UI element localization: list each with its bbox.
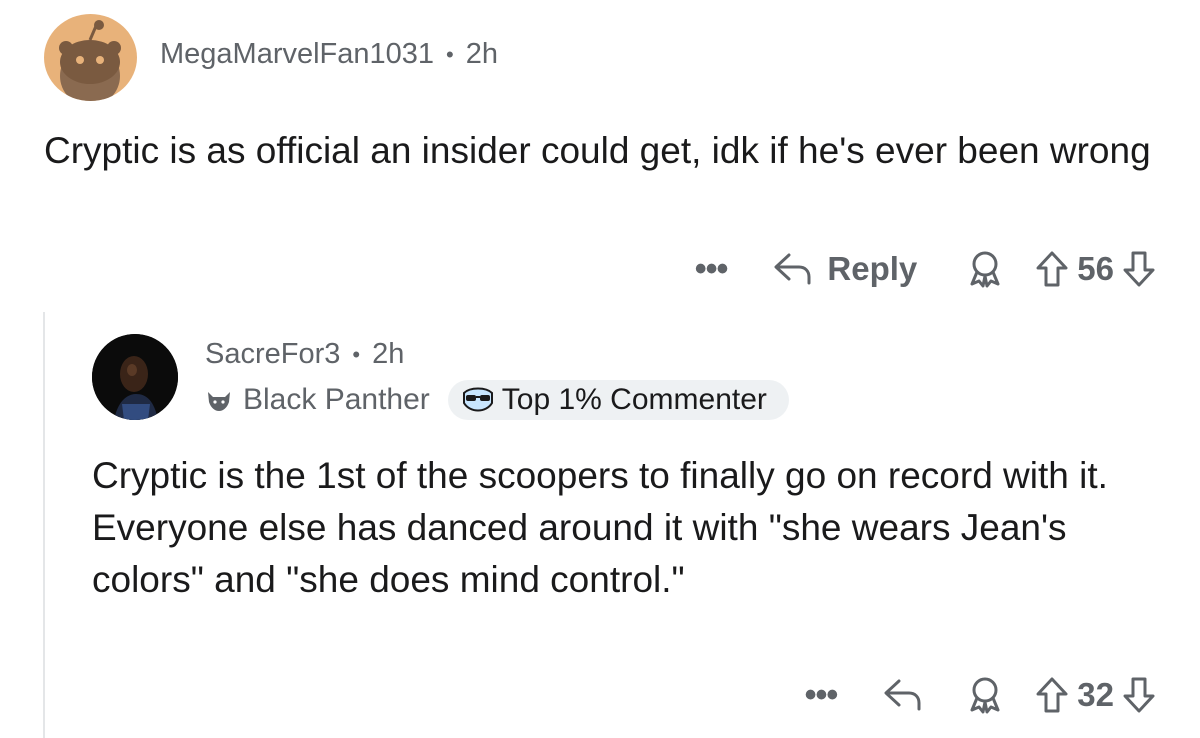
separator: • — [352, 341, 361, 367]
reply-button[interactable] — [883, 678, 923, 712]
reply-label: Reply — [827, 250, 918, 287]
timestamp: 2h — [372, 338, 405, 370]
more-options-button[interactable]: ••• — [695, 252, 729, 286]
avatar[interactable] — [44, 14, 137, 101]
user-flair: Black Panther — [205, 383, 430, 417]
reply-arrow-icon — [774, 253, 811, 285]
comment-actions: ••• 32 — [805, 675, 1156, 715]
downvote-icon[interactable] — [1122, 250, 1156, 288]
separator: • — [446, 41, 454, 67]
award-icon — [970, 251, 1000, 288]
upvote-icon[interactable] — [1035, 676, 1069, 714]
reply-button[interactable]: Reply — [773, 250, 917, 288]
award-button[interactable] — [965, 249, 1005, 289]
upvote-icon[interactable] — [1035, 250, 1069, 288]
downvote-icon[interactable] — [1122, 676, 1156, 714]
timestamp: 2h — [465, 38, 499, 70]
comment-body: Cryptic is as official an insider could … — [44, 130, 1151, 171]
flair-row: Black Panther Top 1% Commenter — [205, 380, 789, 420]
more-options-button[interactable]: ••• — [805, 678, 839, 712]
panther-flair-icon — [208, 392, 230, 411]
comment-actions: ••• Reply 56 — [695, 249, 1156, 289]
thread-line[interactable] — [43, 312, 45, 738]
top-commenter-badge[interactable]: Top 1% Commenter — [447, 380, 789, 420]
vote-controls: 56 — [1035, 250, 1156, 288]
username[interactable]: MegaMarvelFan1031 — [160, 38, 434, 71]
comment-meta: SacreFor3 • 2h — [205, 338, 404, 371]
snoo-avatar-icon — [59, 20, 121, 101]
award-button[interactable] — [965, 675, 1005, 715]
award-icon — [970, 677, 1000, 714]
user-photo-avatar — [92, 334, 178, 420]
sunglasses-badge-icon — [462, 387, 493, 412]
username[interactable]: SacreFor3 — [205, 338, 340, 371]
flair-label: Black Panther — [243, 383, 430, 416]
comment-meta: MegaMarvelFan1031 • 2h — [160, 38, 498, 71]
badge-label: Top 1% Commenter — [501, 383, 767, 416]
comment-body: Cryptic is the 1st of the scoopers to fi… — [92, 455, 1108, 600]
vote-score: 32 — [1077, 676, 1114, 713]
vote-score: 56 — [1077, 250, 1114, 287]
vote-controls: 32 — [1035, 676, 1156, 714]
reply-arrow-icon — [884, 679, 921, 711]
avatar[interactable] — [92, 334, 178, 420]
